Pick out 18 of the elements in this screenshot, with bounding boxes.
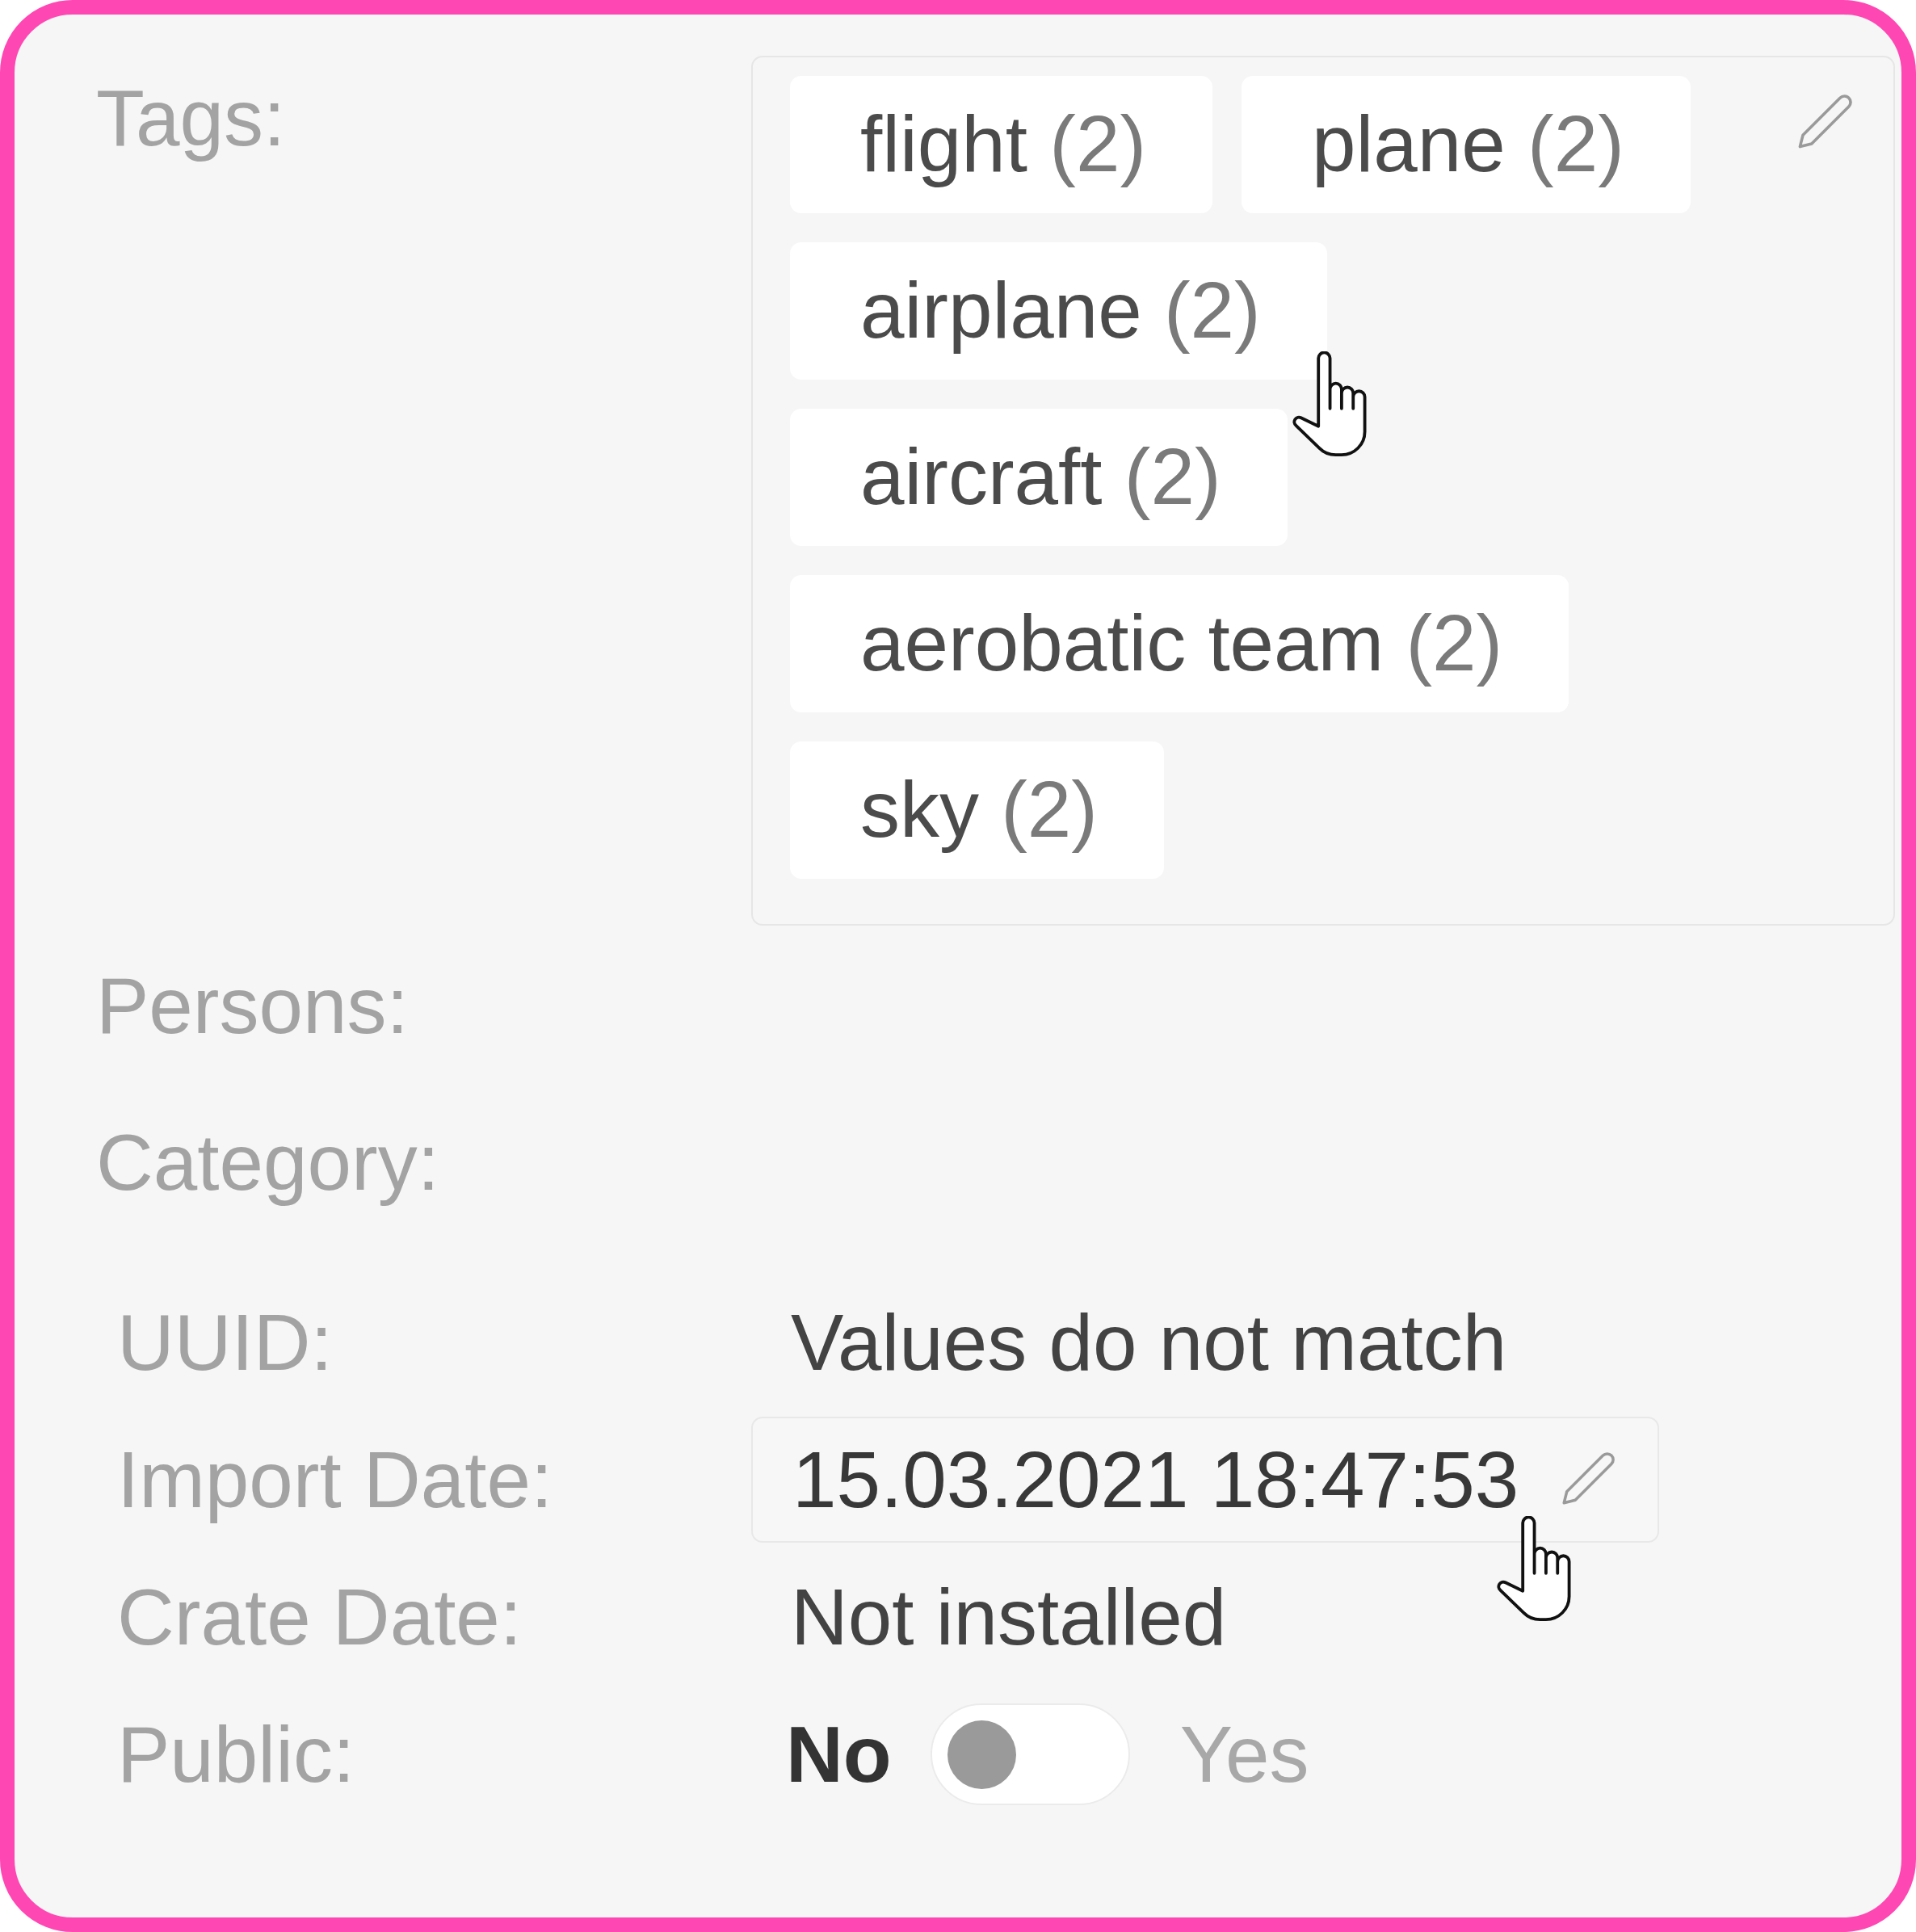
tag-chip[interactable]: plane (2) <box>1242 76 1691 213</box>
tag-chip[interactable]: aircraft (2) <box>790 409 1288 546</box>
field-label: Persons: <box>96 961 409 1050</box>
tag-chip[interactable]: flight (2) <box>790 76 1213 213</box>
property-label: UUID: <box>117 1296 334 1388</box>
field-label: Category: <box>96 1118 439 1207</box>
toggle-off-label: No <box>786 1708 892 1800</box>
toggle-on-label: Yes <box>1179 1708 1309 1800</box>
property-label: Crate Date: <box>117 1571 523 1663</box>
tag-chip[interactable]: aerobatic team (2) <box>790 575 1569 712</box>
property-value: Not installed <box>790 1571 1227 1663</box>
property-value: Values do not match <box>790 1296 1507 1388</box>
date-field[interactable]: 15.03.2021 18:47:53 <box>751 1417 1660 1543</box>
property-label: Import Date: <box>117 1434 554 1526</box>
tag-chip[interactable]: sky (2) <box>790 741 1164 879</box>
property-label: Public: <box>117 1708 356 1800</box>
field-label: Tags: <box>96 73 287 164</box>
tag-chip[interactable]: airplane (2) <box>790 242 1327 380</box>
